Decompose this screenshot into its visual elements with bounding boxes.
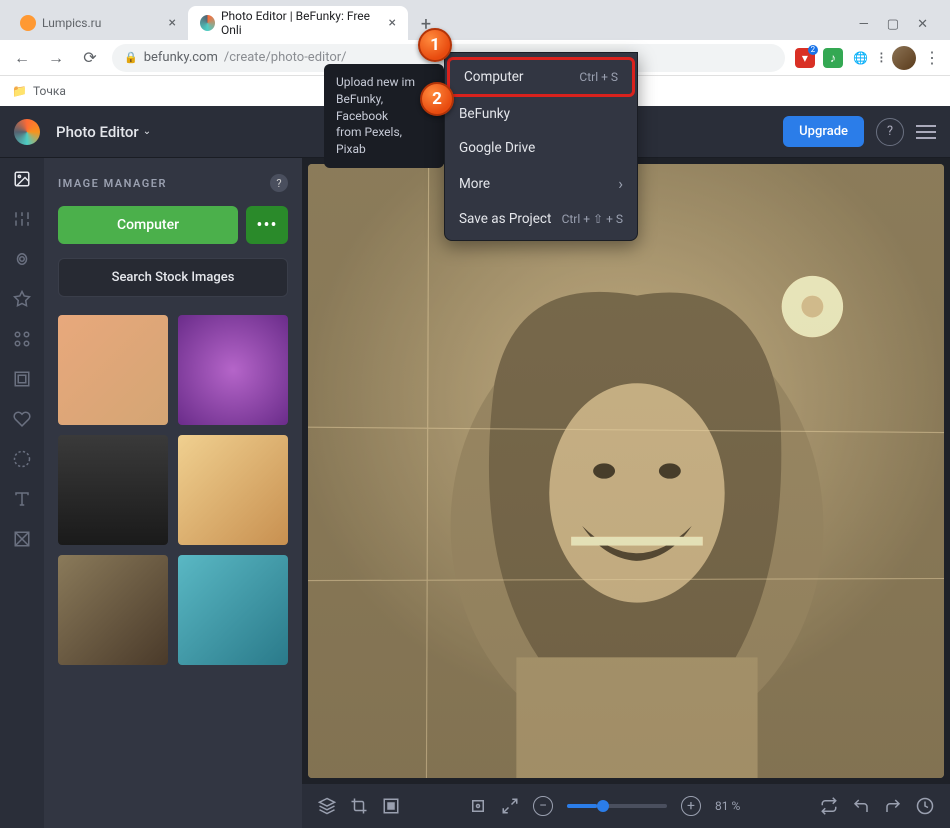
- help-icon[interactable]: ?: [876, 118, 904, 146]
- textures-tool-icon[interactable]: [11, 528, 33, 550]
- chevron-right-icon: ›: [618, 174, 623, 193]
- annotation-callout-1: 1: [418, 28, 452, 62]
- save-option-computer[interactable]: Computer Ctrl + S: [447, 57, 635, 97]
- effects-tool-icon[interactable]: [11, 248, 33, 270]
- zoom-slider[interactable]: [567, 804, 667, 808]
- upload-hint-tooltip: Upload new im BeFunky, Facebook from Pex…: [324, 64, 444, 168]
- browser-tab-active[interactable]: Photo Editor | BeFunky: Free Onli ×: [188, 6, 408, 40]
- minimize-icon[interactable]: —: [859, 17, 869, 32]
- extensions-menu-icon[interactable]: ⁝: [879, 48, 884, 67]
- browser-tab[interactable]: Lumpics.ru ×: [8, 6, 188, 40]
- upload-more-button[interactable]: •••: [246, 206, 288, 244]
- maximize-icon[interactable]: ▢: [887, 17, 899, 32]
- tool-rail: [0, 158, 44, 828]
- app-root: Photo Editor⌄ Open⌄ Save⌄ Batch Upgrade …: [0, 106, 950, 828]
- stock-thumbnail[interactable]: [178, 315, 288, 425]
- upload-computer-button[interactable]: Computer: [58, 206, 238, 244]
- canvas-image[interactable]: [308, 164, 944, 778]
- save-dropdown: Computer Ctrl + S BeFunky Google Drive M…: [444, 52, 638, 241]
- canvas-toolbar: − + 81 %: [302, 784, 950, 828]
- heart-tool-icon[interactable]: [11, 408, 33, 430]
- stock-thumbnail[interactable]: [58, 555, 168, 665]
- expand-icon[interactable]: [501, 797, 519, 815]
- brand-dropdown[interactable]: Photo Editor⌄: [56, 123, 151, 141]
- url-host: befunky.com: [144, 50, 218, 65]
- crop-icon[interactable]: [350, 797, 368, 815]
- annotation-callout-2: 2: [420, 82, 454, 116]
- compare-icon[interactable]: [820, 797, 838, 815]
- chevron-down-icon: ⌄: [143, 126, 151, 137]
- tab-title: Lumpics.ru: [42, 16, 101, 30]
- adjust-tool-icon[interactable]: [11, 208, 33, 230]
- canvas-area: − + 81 %: [302, 158, 950, 828]
- thumbnail-grid: [58, 315, 288, 665]
- menu-icon[interactable]: [916, 125, 936, 139]
- extension-icon[interactable]: 🌐: [851, 48, 871, 68]
- undo-icon[interactable]: [852, 797, 870, 815]
- stock-thumbnail[interactable]: [178, 555, 288, 665]
- image-manager-panel: IMAGE MANAGER ? Computer ••• Search Stoc…: [44, 158, 302, 828]
- frames-tool-icon[interactable]: [11, 368, 33, 390]
- save-option-befunky[interactable]: BeFunky: [445, 97, 637, 131]
- reload-icon[interactable]: ⟳: [78, 48, 102, 67]
- zoom-out-icon[interactable]: −: [533, 796, 553, 816]
- image-tool-icon[interactable]: [11, 168, 33, 190]
- url-path: /create/photo-editor/: [224, 50, 347, 65]
- back-icon[interactable]: ←: [10, 48, 34, 68]
- layers-icon[interactable]: [318, 797, 336, 815]
- graphics-tool-icon[interactable]: [11, 328, 33, 350]
- favicon-icon: [200, 15, 215, 31]
- forward-icon[interactable]: →: [44, 48, 68, 68]
- upgrade-button[interactable]: Upgrade: [783, 116, 864, 147]
- save-option-project[interactable]: Save as Project Ctrl + ⇧ + S: [445, 202, 637, 236]
- close-window-icon[interactable]: ✕: [917, 17, 928, 32]
- bookmark-item[interactable]: Точка: [33, 84, 66, 98]
- lock-icon: 🔒: [124, 51, 138, 64]
- app-logo-icon[interactable]: [14, 119, 40, 145]
- browser-menu-icon[interactable]: ⋮: [924, 48, 940, 67]
- folder-icon: 📁: [12, 84, 27, 98]
- zoom-in-icon[interactable]: +: [681, 796, 701, 816]
- browser-tabstrip: Lumpics.ru × Photo Editor | BeFunky: Fre…: [0, 0, 950, 40]
- resize-icon[interactable]: [382, 797, 400, 815]
- stock-thumbnail[interactable]: [178, 435, 288, 545]
- profile-avatar[interactable]: [892, 46, 916, 70]
- extension-icon[interactable]: ♪: [823, 48, 843, 68]
- close-icon[interactable]: ×: [389, 15, 396, 31]
- redo-icon[interactable]: [884, 797, 902, 815]
- history-icon[interactable]: [916, 797, 934, 815]
- search-stock-button[interactable]: Search Stock Images: [58, 258, 288, 297]
- text-tool-icon[interactable]: [11, 488, 33, 510]
- stock-thumbnail[interactable]: [58, 315, 168, 425]
- tab-title: Photo Editor | BeFunky: Free Onli: [221, 9, 383, 37]
- panel-title: IMAGE MANAGER: [58, 177, 167, 190]
- zoom-percent: 81 %: [715, 799, 751, 813]
- save-option-more[interactable]: More ›: [445, 165, 637, 202]
- favicon-icon: [20, 15, 36, 31]
- save-option-google-drive[interactable]: Google Drive: [445, 131, 637, 165]
- fit-icon[interactable]: [469, 797, 487, 815]
- overlay-tool-icon[interactable]: [11, 448, 33, 470]
- stock-thumbnail[interactable]: [58, 435, 168, 545]
- close-icon[interactable]: ×: [169, 15, 176, 31]
- extension-icon[interactable]: ▾2: [795, 48, 815, 68]
- panel-help-icon[interactable]: ?: [270, 174, 288, 192]
- star-tool-icon[interactable]: [11, 288, 33, 310]
